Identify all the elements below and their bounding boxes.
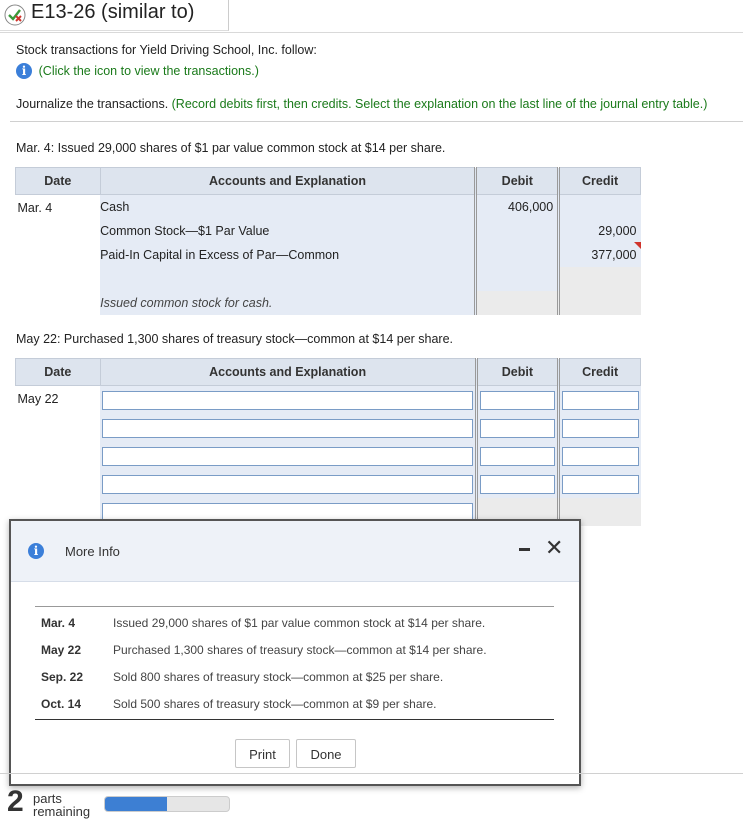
debit-input[interactable] <box>479 390 556 410</box>
print-button[interactable]: Print <box>235 739 290 768</box>
parts-label-line2: remaining <box>33 804 91 819</box>
account-input[interactable] <box>102 446 473 466</box>
minimize-icon[interactable] <box>519 548 530 551</box>
transaction-text: Purchased 1,300 shares of treasury stock… <box>113 642 487 657</box>
entry-date: Mar. 4 <box>15 194 101 315</box>
dialog-header: i More Info ✕ <box>11 521 579 582</box>
journal-table-mar-4: Date Accounts and Explanation Debit Cred… <box>15 167 641 315</box>
page-title: E13-26 (similar to) <box>31 1 195 23</box>
done-button[interactable]: Done <box>296 739 356 768</box>
divider <box>0 32 743 33</box>
partially-correct-icon <box>4 4 26 26</box>
credit-value: 377,000 <box>591 248 637 262</box>
debit-input[interactable] <box>479 418 556 438</box>
credit-cell[interactable]: 29,000 <box>557 219 641 243</box>
entry-date: May 22 <box>15 385 101 526</box>
debit-header: Debit <box>474 167 560 195</box>
close-icon[interactable]: ✕ <box>545 535 563 561</box>
debit-cell <box>474 267 559 291</box>
transaction-date: Sep. 22 <box>41 669 84 684</box>
instruction: Journalize the transactions. (Record deb… <box>16 97 707 111</box>
info-icon[interactable]: i <box>16 62 32 79</box>
credit-cell <box>557 267 641 291</box>
journal-table-may-22: Date Accounts and Explanation Debit Cred… <box>15 358 641 526</box>
transaction-row: Mar. 4 Issued 29,000 shares of $1 par va… <box>35 609 554 636</box>
credit-cell <box>557 291 641 315</box>
debit-cell <box>474 291 559 315</box>
transaction-date: Oct. 14 <box>41 696 82 711</box>
account-input[interactable] <box>102 418 473 438</box>
credit-cell[interactable]: 377,000 <box>557 243 641 267</box>
title-bar: E13-26 (similar to) <box>0 0 229 31</box>
transaction-row: Oct. 14 Sold 500 shares of treasury stoc… <box>35 690 554 717</box>
info-icon: i <box>28 543 44 559</box>
debit-cell[interactable] <box>474 243 559 267</box>
progress-bar <box>104 796 230 812</box>
transaction-text: Sold 500 shares of treasury stock—common… <box>113 696 437 711</box>
debit-input[interactable] <box>479 446 556 466</box>
instruction-detail: (Record debits first, then credits. Sele… <box>171 97 708 111</box>
dialog-title: More Info <box>65 544 120 559</box>
transaction-date: Mar. 4 <box>41 615 76 630</box>
debit-cell[interactable] <box>474 219 559 243</box>
parts-remaining-label: parts remaining <box>33 792 90 818</box>
transactions-table: Mar. 4 Issued 29,000 shares of $1 par va… <box>35 606 554 720</box>
account-input[interactable] <box>102 390 473 410</box>
debit-cell[interactable]: 406,000 <box>474 194 559 219</box>
account-cell[interactable]: Common Stock—$1 Par Value <box>100 219 476 243</box>
credit-cell[interactable] <box>557 194 641 219</box>
debit-header: Debit <box>474 358 560 386</box>
credit-input[interactable] <box>562 446 639 466</box>
account-input[interactable] <box>102 474 473 494</box>
more-info-dialog: i More Info ✕ Mar. 4 Issued 29,000 share… <box>9 519 581 786</box>
explanation-cell[interactable]: Issued common stock for cash. <box>100 291 476 315</box>
progress-fill <box>105 797 167 811</box>
instruction-main: Journalize the transactions. <box>16 97 172 111</box>
view-transactions-link[interactable]: (Click the icon to view the transactions… <box>39 64 259 78</box>
question-mar-4: Mar. 4: Issued 29,000 shares of $1 par v… <box>16 141 446 155</box>
account-cell[interactable]: Cash <box>100 194 476 219</box>
accounts-header: Accounts and Explanation <box>99 167 477 195</box>
transaction-text: Issued 29,000 shares of $1 par value com… <box>113 615 486 630</box>
question-may-22: May 22: Purchased 1,300 shares of treasu… <box>16 332 454 346</box>
transaction-date: May 22 <box>41 642 82 657</box>
intro-text: Stock transactions for Yield Driving Sch… <box>16 43 317 57</box>
credit-header: Credit <box>557 167 641 195</box>
divider <box>10 121 743 122</box>
empty-row <box>100 267 476 291</box>
divider <box>35 717 554 720</box>
credit-input[interactable] <box>562 474 639 494</box>
info-link-row[interactable]: i (Click the icon to view the transactio… <box>16 62 259 79</box>
accounts-header: Accounts and Explanation <box>99 358 477 386</box>
date-header: Date <box>15 167 101 195</box>
transaction-row: Sep. 22 Sold 800 shares of treasury stoc… <box>35 663 554 690</box>
credit-input[interactable] <box>562 390 639 410</box>
credit-input[interactable] <box>562 418 639 438</box>
date-header: Date <box>15 358 101 386</box>
parts-remaining-count: 2 <box>7 785 24 818</box>
account-cell[interactable]: Paid-In Capital in Excess of Par—Common <box>100 243 476 267</box>
transaction-row: May 22 Purchased 1,300 shares of treasur… <box>35 636 554 663</box>
transaction-text: Sold 800 shares of treasury stock—common… <box>113 669 444 684</box>
divider <box>0 773 743 774</box>
credit-header: Credit <box>557 358 641 386</box>
debit-input[interactable] <box>479 474 556 494</box>
